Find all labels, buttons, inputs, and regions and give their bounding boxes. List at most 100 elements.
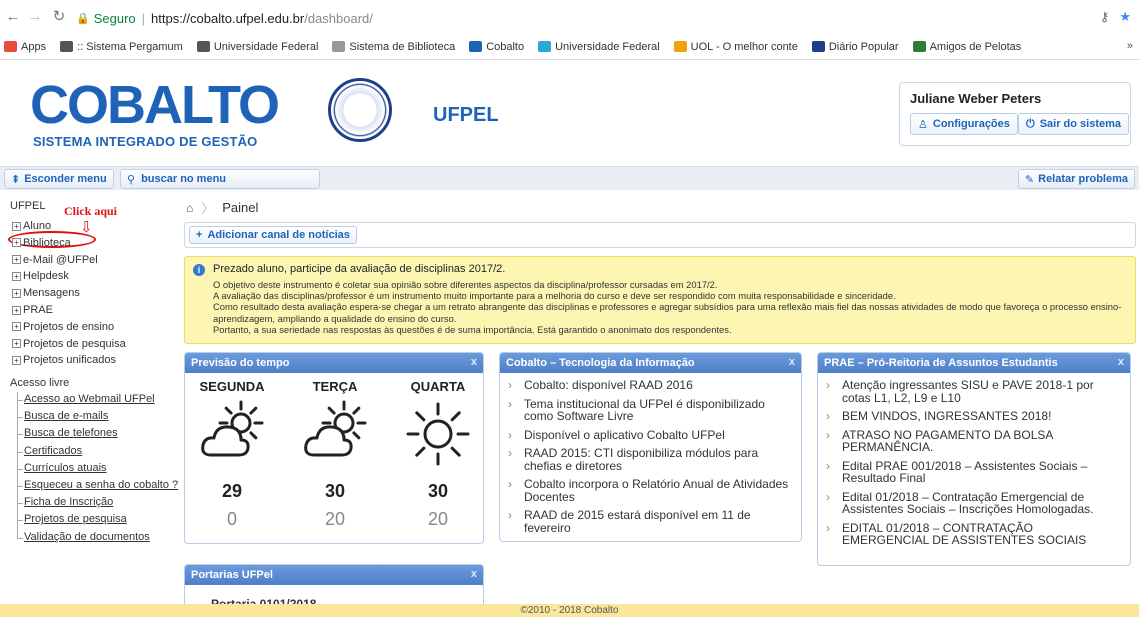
free-access-link[interactable]: Currículos atuais: [24, 462, 107, 474]
news-item[interactable]: › Edital PRAE 001/2018 – Assistentes Soci…: [826, 458, 1122, 485]
bookmark-item[interactable]: Apps: [4, 41, 46, 53]
browser-toolbar: ← → ↻ 🔒 Seguro | https://cobalto.ufpel.e…: [0, 0, 1139, 34]
forward-icon[interactable]: →: [26, 8, 44, 25]
news-item-label: Edital PRAE 001/2018 – Assistentes Socia…: [842, 458, 1088, 485]
bookmark-item[interactable]: Universidade Federal: [538, 41, 660, 53]
weather-day-label: QUARTA: [410, 379, 466, 394]
news-item[interactable]: › Edital 01/2018 – Contratação Emergencia…: [826, 489, 1122, 516]
notice-line: Como resultado desta avaliação espera-se…: [213, 301, 1122, 324]
bookmark-item[interactable]: Amigos de Pelotas: [912, 40, 1022, 53]
cobalto-logo[interactable]: COBALTO: [30, 74, 280, 136]
bookmark-item[interactable]: Universidade Federal: [196, 41, 318, 53]
news-item[interactable]: › Tema institucional da UFPel é disponibi…: [508, 397, 793, 423]
sidebar-item-label: Aluno: [23, 220, 52, 232]
expand-icon[interactable]: +: [12, 255, 21, 265]
temp-min: 0: [226, 509, 237, 529]
click-here-annotation: Click aqui: [64, 204, 118, 218]
settings-button[interactable]: ♙ Configurações: [910, 113, 1018, 135]
bookmark-star-icon[interactable]: ★: [1119, 9, 1131, 25]
temp-min: 20: [427, 509, 449, 529]
ufpel-seal-icon: [328, 78, 392, 142]
close-icon[interactable]: x: [471, 568, 477, 580]
lock-icon: 🔒: [76, 12, 90, 25]
news-item[interactable]: › RAAD de 2015 estará disponível em 11 de…: [508, 509, 793, 534]
menu-search-input[interactable]: ⚲ buscar no menu: [120, 169, 320, 189]
sidebar-item-projetos-unificados[interactable]: + Projetos unificados: [12, 354, 116, 366]
tree-connector: [17, 451, 23, 453]
bookmark-item[interactable]: UOL - O melhor conte: [673, 41, 798, 53]
expand-icon[interactable]: +: [12, 271, 21, 281]
notice-line: A avaliação das disciplinas/professor é …: [213, 290, 896, 302]
sidebar-item-prae[interactable]: + PRAE: [12, 304, 53, 316]
chevron-right-icon: ›: [508, 446, 512, 460]
free-access-link[interactable]: Busca de telefones: [24, 427, 118, 439]
temp-max: 29: [221, 481, 243, 501]
expand-icon[interactable]: +: [12, 238, 21, 248]
bookmark-item[interactable]: Cobalto: [469, 41, 524, 53]
news-item[interactable]: › EDITAL 01/2018 – CONTRATAÇÃO EMERGENCIA…: [826, 520, 1122, 547]
evaluation-notice: i Prezado aluno, participe da avaliação …: [184, 256, 1136, 344]
free-access-link[interactable]: Projetos de pesquisa: [24, 513, 127, 525]
free-access-link[interactable]: Esqueceu a senha do cobalto ?: [24, 479, 178, 491]
sidebar-item-biblioteca[interactable]: + Biblioteca: [12, 237, 71, 249]
home-icon[interactable]: ⌂: [186, 201, 193, 215]
weather-panel: Previsão do tempo x SEGUNDA 29 0 TERÇA 30 20 Q…: [184, 352, 484, 544]
free-access-link[interactable]: Validação de documentos: [24, 531, 150, 543]
sidebar-item-projetos-de-pesquisa[interactable]: + Projetos de pesquisa: [12, 338, 126, 350]
news-item[interactable]: › Atenção ingressantes SISU e PAVE 2018-1…: [826, 379, 1122, 404]
free-access-link[interactable]: Certificados: [24, 445, 82, 457]
bookmark-label: Amigos de Pelotas: [929, 40, 1022, 53]
bookmark-favicon-icon: [469, 41, 483, 52]
expand-icon[interactable]: +: [12, 305, 21, 315]
reload-icon[interactable]: ↻: [50, 7, 68, 25]
expand-icon[interactable]: +: [12, 221, 21, 231]
news-item-label: Disponível o aplicativo Cobalto UFPel: [524, 427, 725, 442]
bookmark-item[interactable]: Diário Popular: [811, 41, 899, 53]
news-item[interactable]: › Cobalto incorpora o Relatório Anual de …: [508, 478, 793, 503]
news-item[interactable]: › Disponível o aplicativo Cobalto UFPel: [508, 427, 793, 442]
close-icon[interactable]: x: [1118, 356, 1124, 368]
more-bookmarks-icon[interactable]: »: [1127, 40, 1133, 52]
close-icon[interactable]: x: [789, 356, 795, 368]
bookmark-label: Cobalto: [486, 40, 525, 53]
breadcrumb: ⌂ 〉 Painel: [186, 200, 259, 216]
report-problem-button[interactable]: ✎ Relatar problema: [1017, 169, 1135, 189]
news-item[interactable]: › Cobalto: disponível RAAD 2016: [508, 379, 793, 392]
bookmark-label: Universidade Federal: [555, 40, 660, 53]
bookmark-favicon-icon: [912, 41, 926, 52]
sidebar-item-mensagens[interactable]: + Mensagens: [12, 287, 80, 299]
sidebar-item-projetos-de-ensino[interactable]: + Projetos de ensino: [12, 321, 114, 333]
key-icon[interactable]: ⚷: [1100, 9, 1110, 25]
news-item[interactable]: › RAAD 2015: CTI disponibiliza módulos pa…: [508, 447, 793, 472]
sidebar-item-aluno[interactable]: + Aluno: [12, 220, 51, 232]
sidebar-item-e-mail-ufpel[interactable]: + e-Mail @UFPel: [12, 254, 98, 266]
sidebar-menu: UFPEL Click aqui ⇩ Acesso livre + Aluno + B…: [0, 196, 178, 616]
logout-label: Sair do sistema: [1039, 118, 1122, 130]
hide-menu-button[interactable]: ⇞ Esconder menu: [4, 169, 114, 189]
tree-connector: [17, 392, 18, 538]
add-news-channel-button[interactable]: + Adicionar canal de notícias: [189, 226, 357, 244]
expand-icon[interactable]: +: [12, 322, 21, 332]
news-item[interactable]: › BEM VINDOS, INGRESSANTES 2018!: [826, 410, 1122, 423]
news-item-label: Atenção ingressantes SISU e PAVE 2018-1 …: [842, 378, 1094, 405]
address-bar[interactable]: 🔒 Seguro | https://cobalto.ufpel.edu.br …: [76, 8, 373, 28]
sidebar-item-helpdesk[interactable]: + Helpdesk: [12, 270, 69, 282]
bookmark-item[interactable]: :: Sistema Pergamum: [60, 41, 183, 53]
expand-icon[interactable]: +: [12, 288, 21, 298]
news-item-label: Edital 01/2018 – Contratação Emergencial…: [842, 489, 1094, 516]
logout-button[interactable]: ⏻ Sair do sistema: [1018, 113, 1130, 135]
back-icon[interactable]: ←: [4, 8, 22, 25]
free-access-link[interactable]: Acesso ao Webmail UFPel: [24, 393, 155, 405]
expand-icon[interactable]: +: [12, 339, 21, 349]
prae-panel-title: PRAE – Pró-Reitoria de Assuntos Estudant…: [824, 357, 1058, 369]
expand-icon[interactable]: +: [12, 355, 21, 365]
close-icon[interactable]: x: [471, 356, 477, 368]
news-item[interactable]: › ATRASO NO PAGAMENTO DA BOLSA PERMANÊNCI…: [826, 428, 1122, 454]
free-access-title: Acesso livre: [10, 377, 70, 389]
free-access-link[interactable]: Ficha de Inscrição: [24, 496, 113, 508]
tree-connector: [17, 417, 23, 419]
chevron-right-icon: ›: [826, 409, 830, 423]
bookmark-item[interactable]: Sistema de Biblioteca: [332, 41, 455, 53]
chevron-right-icon: ›: [826, 520, 830, 535]
free-access-link[interactable]: Busca de e-mails: [24, 410, 108, 422]
